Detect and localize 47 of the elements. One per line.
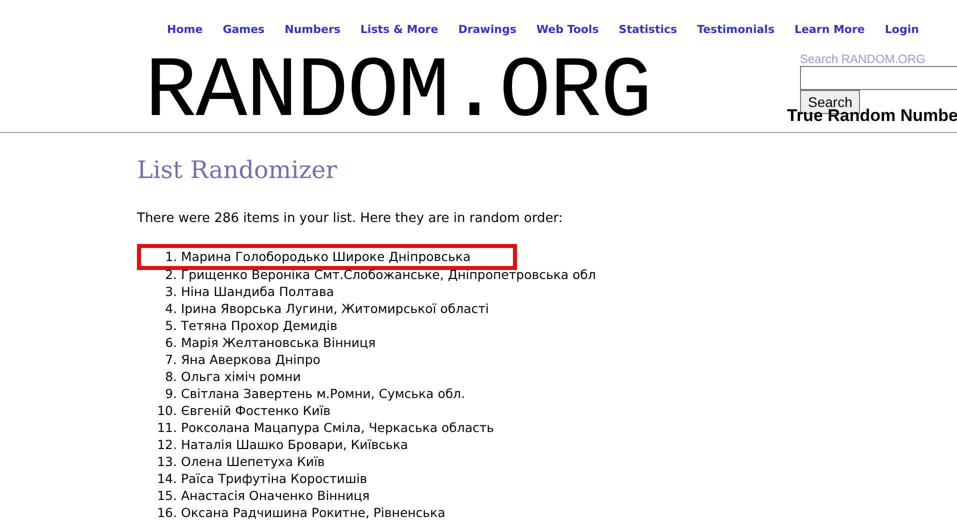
logo[interactable]: RANDOM.ORG	[145, 56, 652, 128]
item-text: Марія Желтановська Вінниця	[181, 334, 376, 350]
item-number: 13.	[156, 452, 178, 470]
item-number: 2.	[164, 266, 178, 282]
item-number: 10.	[156, 402, 178, 418]
item-number: 14.	[156, 470, 178, 486]
item-text: Яна Аверкова Дніпро	[181, 350, 320, 368]
item-text: Ніна Шандиба Полтава	[181, 282, 334, 300]
item-number: 5.	[164, 316, 178, 334]
item-text: Грищенко Вероніка Смт.Слобожанське, Дніпропетровська обл	[181, 266, 596, 282]
item-text: Анастасія Оначенко Вінниця	[181, 486, 370, 504]
intro-text: There were 286 items in your list. Here they are in random order:	[136, 210, 564, 228]
item-text: Ірина Яворська Лугини, Житомирської області	[181, 300, 489, 316]
item-number: 16.	[156, 504, 178, 520]
item-text: Тетяна Прохор Демидів	[181, 316, 338, 334]
item-number: 7.	[164, 350, 178, 368]
item-number: 8.	[164, 368, 178, 384]
item-text: Роксолана Мацапура Сміла, Черкаська область	[181, 418, 494, 436]
item-text: Ольга хіміч ромни	[181, 368, 301, 384]
nav-link[interactable]: Numbers	[284, 23, 340, 37]
item-number: 15.	[156, 486, 178, 504]
item-text: Світлана Завертень м.Ромни, Сумська обл.	[181, 384, 466, 402]
nav-link[interactable]: Testimonials	[697, 23, 774, 37]
search-field[interactable]	[800, 66, 957, 90]
nav-link[interactable]: Login	[884, 23, 919, 37]
nav-link[interactable]: Web Tools	[536, 23, 599, 37]
nav-link[interactable]: Games	[222, 23, 265, 37]
item-text: Раїса Трифутіна Коростишів	[181, 470, 368, 486]
item-text: Марина Голобородько Широке Дніпровська	[181, 248, 471, 264]
item-number: 6.	[164, 334, 178, 350]
search-label: Search RANDOM.ORG	[800, 52, 926, 66]
nav-link[interactable]: Drawings	[458, 23, 516, 37]
item-number: 9.	[164, 384, 178, 402]
nav-link[interactable]: Lists & More	[360, 23, 438, 37]
nav-link[interactable]: Home	[167, 23, 203, 37]
item-number: 3.	[164, 282, 178, 300]
item-number: 12.	[156, 436, 178, 452]
item-number: 1.	[164, 248, 178, 264]
nav-link[interactable]: Statistics	[618, 23, 678, 37]
nav-link[interactable]: Learn More	[794, 23, 865, 37]
item-text: Наталія Шашко Бровари, Київська	[181, 436, 408, 452]
item-text: Оксана Радчишина Рокитне, Рівненська	[181, 504, 446, 520]
item-number: 4.	[164, 300, 178, 316]
item-number: 11.	[156, 418, 178, 436]
item-text: Євгеній Фостенко Київ	[181, 402, 331, 418]
page-title: List Randomizer	[137, 155, 338, 185]
item-text: Олена Шепетуха Київ	[181, 452, 325, 470]
